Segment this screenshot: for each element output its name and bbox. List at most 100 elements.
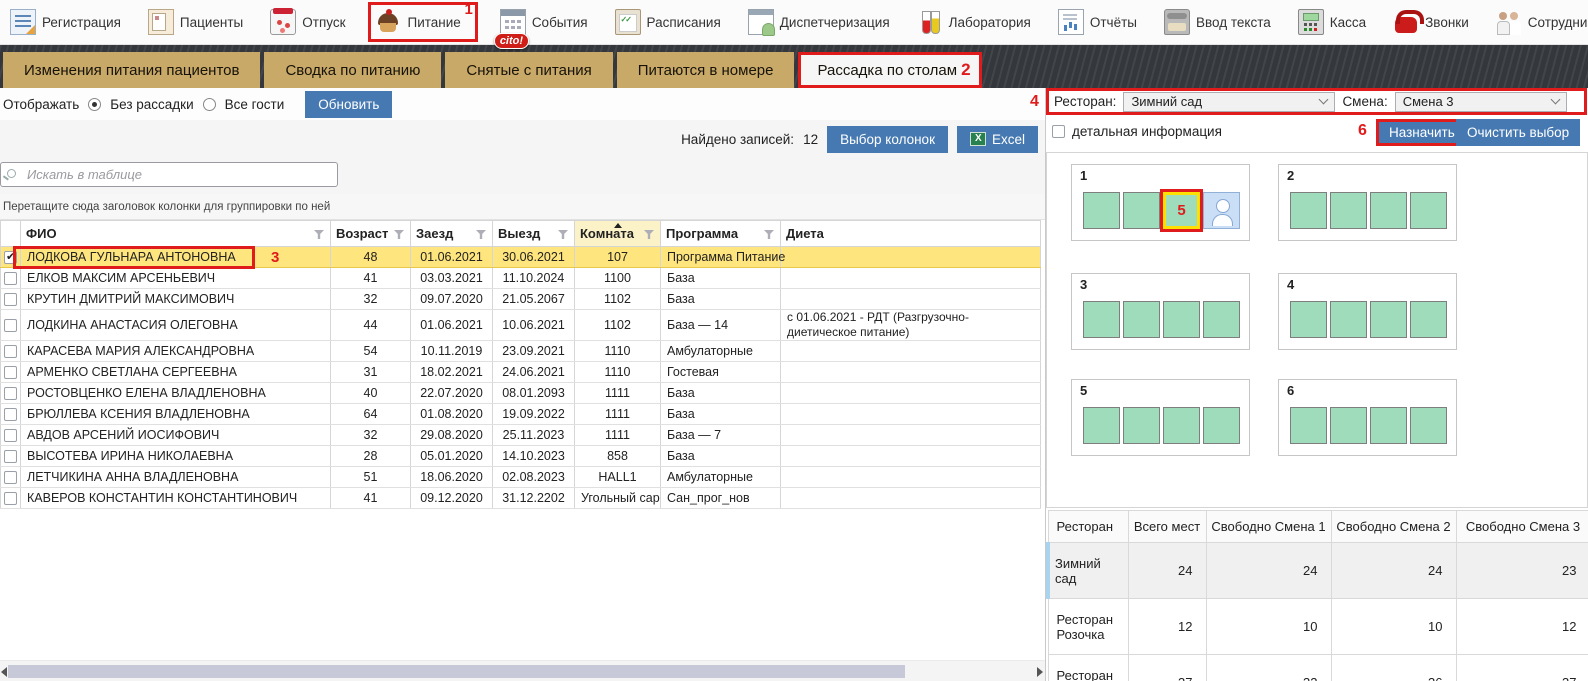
seat-free[interactable]	[1410, 407, 1447, 444]
seat-free[interactable]	[1123, 301, 1160, 338]
filter-icon[interactable]	[394, 230, 404, 239]
seat-free[interactable]	[1330, 192, 1367, 229]
column-header-fio[interactable]: ФИО	[21, 221, 331, 247]
toolbar-item-food[interactable]: Питание 1	[368, 2, 478, 42]
row-checkbox[interactable]	[4, 492, 17, 505]
filter-icon[interactable]	[764, 230, 774, 239]
table-row[interactable]: РОСТОВЦЕНКО ЕЛЕНА ВЛАДЛЕНОВНА 40 22.07.2…	[1, 383, 1041, 404]
seat-occupied[interactable]	[1203, 192, 1240, 229]
search-input[interactable]	[0, 162, 338, 187]
toolbar-item-vacation[interactable]: Отпуск	[270, 9, 345, 35]
radio-without-seating-label[interactable]: Без рассадки	[110, 97, 193, 112]
tab-food-changes[interactable]: Изменения питания пациентов	[3, 52, 260, 88]
toolbar-item-registration[interactable]: Регистрация	[10, 9, 121, 35]
summary-row[interactable]: Зимний сад 24 24 24 23	[1048, 543, 1588, 599]
table-row[interactable]: ЛОДКОВА ГУЛЬНАРА АНТОНОВНА3 48 01.06.202…	[1, 247, 1041, 268]
column-header-diet[interactable]: Диета	[781, 221, 1041, 247]
toolbar-item-laboratory[interactable]: Лаборатория	[917, 9, 1031, 35]
summary-row[interactable]: Ресторан Ромашка 37 32 36 37	[1048, 655, 1588, 681]
row-checkbox[interactable]	[4, 293, 17, 306]
column-header-room[interactable]: Комната	[575, 221, 661, 247]
scrollbar-thumb[interactable]	[8, 665, 905, 678]
toolbar-item-cashier[interactable]: Касса	[1298, 9, 1366, 35]
summary-row[interactable]: Ресторан Розочка 12 10 10 12	[1048, 599, 1588, 655]
toolbar-item-schedules[interactable]: Расписания	[615, 9, 721, 35]
seat-free[interactable]	[1163, 301, 1200, 338]
toolbar-item-patients[interactable]: Пациенты	[148, 9, 243, 35]
tab-table-seating[interactable]: Рассадка по столам 2	[798, 52, 981, 88]
scroll-right-arrow[interactable]	[1037, 667, 1043, 677]
restaurant-select[interactable]: Зимний сад	[1123, 92, 1335, 112]
row-checkbox[interactable]	[4, 319, 17, 332]
row-checkbox[interactable]	[4, 450, 17, 463]
table-row[interactable]: КАРАСЕВА МАРИЯ АЛЕКСАНДРОВНА 54 10.11.20…	[1, 341, 1041, 362]
row-checkbox[interactable]	[4, 429, 17, 442]
seat-free[interactable]	[1203, 407, 1240, 444]
toolbar-item-events[interactable]: События cito!	[500, 9, 588, 35]
toolbar-item-staff[interactable]: Сотрудники	[1496, 9, 1588, 35]
seat-free[interactable]	[1370, 192, 1407, 229]
filter-icon[interactable]	[314, 230, 324, 239]
seat-free[interactable]	[1203, 301, 1240, 338]
radio-all-guests-label[interactable]: Все гости	[225, 97, 285, 112]
row-checkbox[interactable]	[4, 408, 17, 421]
column-chooser-button[interactable]: Выбор колонок	[827, 126, 948, 153]
refresh-button[interactable]: Обновить	[305, 91, 392, 118]
seat-free[interactable]	[1083, 407, 1120, 444]
horizontal-scrollbar[interactable]	[0, 660, 1045, 681]
table-row[interactable]: ЕЛКОВ МАКСИМ АРСЕНЬЕВИЧ 41 03.03.2021 11…	[1, 268, 1041, 289]
filter-icon[interactable]	[476, 230, 486, 239]
table-row[interactable]: АРМЕНКО СВЕТЛАНА СЕРГЕЕВНА 31 18.02.2021…	[1, 362, 1041, 383]
toolbar-item-reports[interactable]: Отчёты	[1058, 9, 1137, 35]
scroll-left-arrow[interactable]	[1, 667, 7, 677]
table-row[interactable]: ВЫСОТЕВА ИРИНА НИКОЛАЕВНА 28 05.01.2020 …	[1, 446, 1041, 467]
table-row[interactable]: ЛЕТЧИКИНА АННА ВЛАДЛЕНОВНА 51 18.06.2020…	[1, 467, 1041, 488]
seat-free[interactable]	[1370, 407, 1407, 444]
table-row[interactable]: БРЮЛЛЕВА КСЕНИЯ ВЛАДЛЕНОВНА 64 01.08.202…	[1, 404, 1041, 425]
row-checkbox[interactable]	[4, 272, 17, 285]
tab-eating-in-room[interactable]: Питаются в номере	[617, 52, 795, 88]
seat-free[interactable]	[1410, 301, 1447, 338]
table-row[interactable]: КАВЕРОВ КОНСТАНТИН КОНСТАНТИНОВИЧ 41 09.…	[1, 488, 1041, 509]
group-panel[interactable]: Перетащите сюда заголовок колонки для гр…	[0, 194, 1045, 220]
toolbar-item-text-input[interactable]: Ввод текста	[1164, 9, 1271, 35]
seat-free[interactable]	[1330, 301, 1367, 338]
toolbar-item-calls[interactable]: Звонки	[1393, 9, 1469, 35]
seat-free[interactable]	[1290, 192, 1327, 229]
seat-free[interactable]	[1123, 192, 1160, 229]
seat-free[interactable]	[1330, 407, 1367, 444]
seat-free[interactable]	[1410, 192, 1447, 229]
seat-free[interactable]	[1290, 301, 1327, 338]
seat-free[interactable]	[1123, 407, 1160, 444]
row-checkbox[interactable]	[4, 366, 17, 379]
column-header-program[interactable]: Программа	[661, 221, 781, 247]
radio-without-seating[interactable]	[88, 98, 101, 111]
seat-free[interactable]	[1290, 407, 1327, 444]
row-checkbox[interactable]	[4, 251, 17, 264]
toolbar-item-dispatch[interactable]: Диспетчеризация	[748, 9, 890, 35]
filter-icon[interactable]	[644, 230, 654, 239]
tab-food-summary[interactable]: Сводка по питанию	[264, 52, 441, 88]
shift-select[interactable]: Смена 3	[1395, 92, 1567, 112]
radio-all-guests[interactable]	[203, 98, 216, 111]
seat-free[interactable]	[1083, 192, 1120, 229]
filter-icon[interactable]	[558, 230, 568, 239]
seat-free[interactable]	[1163, 407, 1200, 444]
table-row[interactable]: ЛОДКИНА АНАСТАСИЯ ОЛЕГОВНА 44 01.06.2021…	[1, 310, 1041, 341]
assign-button[interactable]: Назначить	[1376, 119, 1468, 146]
clear-selection-button[interactable]: Очистить выбор	[1456, 119, 1580, 146]
row-checkbox[interactable]	[4, 471, 17, 484]
column-header-checkout[interactable]: Выезд	[493, 221, 575, 247]
seat-selected[interactable]: 5	[1163, 192, 1200, 229]
row-checkbox[interactable]	[4, 345, 17, 358]
table-row[interactable]: КРУТИН ДМИТРИЙ МАКСИМОВИЧ 32 09.07.2020 …	[1, 289, 1041, 310]
detail-info-checkbox[interactable]	[1052, 125, 1065, 138]
detail-info-label[interactable]: детальная информация	[1072, 124, 1222, 139]
excel-export-button[interactable]: Excel	[957, 126, 1038, 153]
column-header-checkin[interactable]: Заезд	[411, 221, 493, 247]
table-row[interactable]: АВДОВ АРСЕНИЙ ИОСИФОВИЧ 32 29.08.2020 25…	[1, 425, 1041, 446]
seat-free[interactable]	[1083, 301, 1120, 338]
seat-free[interactable]	[1370, 301, 1407, 338]
column-header-age[interactable]: Возраст	[331, 221, 411, 247]
row-checkbox[interactable]	[4, 387, 17, 400]
